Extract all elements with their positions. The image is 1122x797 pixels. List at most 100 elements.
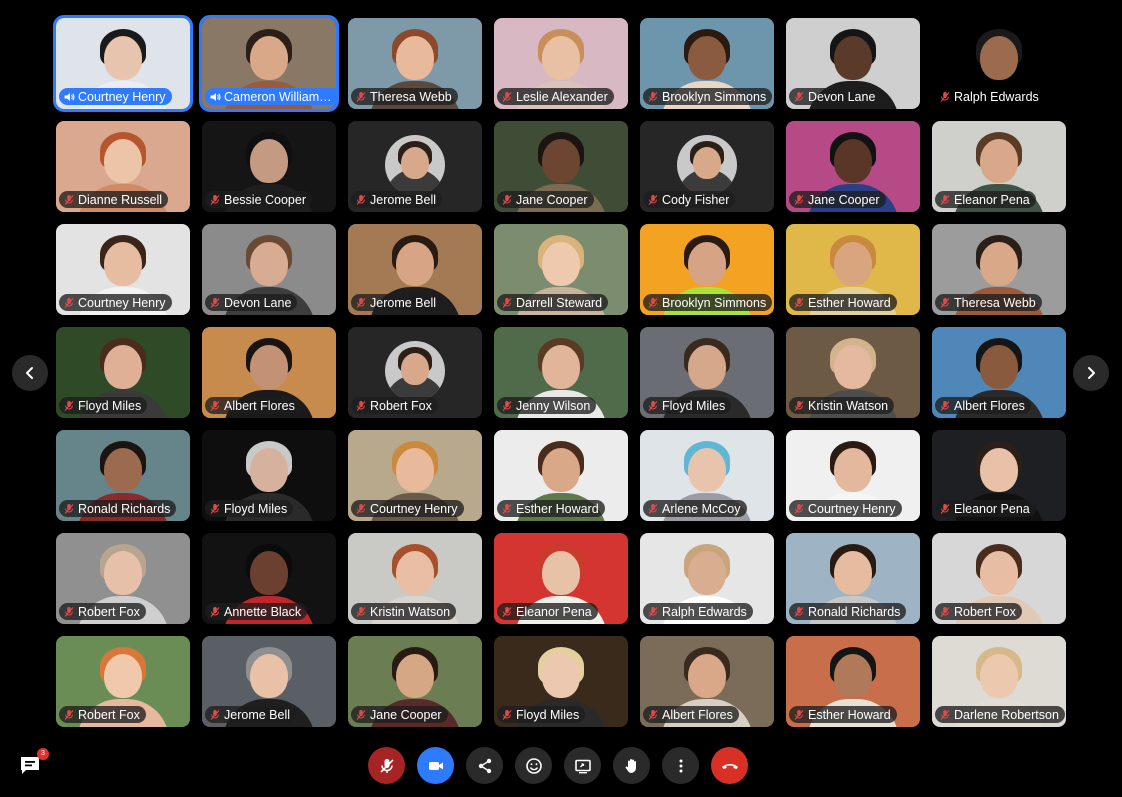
participant-image bbox=[677, 135, 737, 195]
participant-name: Robert Fox bbox=[370, 398, 432, 413]
participant-tile[interactable]: Brooklyn Simmons bbox=[640, 18, 774, 109]
participant-tile[interactable]: Kristin Watson bbox=[786, 327, 920, 418]
participant-tile[interactable]: Ronald Richards bbox=[56, 430, 190, 521]
participant-tile[interactable]: Courtney Henry bbox=[53, 15, 193, 112]
mic-off-icon bbox=[64, 709, 74, 720]
participant-tile[interactable]: Robert Fox bbox=[348, 327, 482, 418]
participant-tile[interactable]: Darlene Robertson bbox=[932, 636, 1066, 727]
mic-off-icon bbox=[210, 503, 220, 514]
previous-page-button[interactable] bbox=[12, 355, 48, 391]
participant-tile[interactable]: Esther Howard bbox=[786, 224, 920, 315]
participant-tile[interactable]: Bessie Cooper bbox=[202, 121, 336, 212]
participant-name-label: Jerome Bell bbox=[351, 191, 442, 208]
mic-off-icon bbox=[210, 297, 220, 308]
participant-tile[interactable]: Darrell Steward bbox=[494, 224, 628, 315]
participant-name: Devon Lane bbox=[808, 89, 876, 104]
mic-off-icon bbox=[648, 297, 658, 308]
mic-off-icon bbox=[64, 297, 74, 308]
participant-tile[interactable]: Robert Fox bbox=[56, 636, 190, 727]
participant-tile[interactable]: Cameron Williamson bbox=[199, 15, 339, 112]
participant-tile[interactable]: Floyd Miles bbox=[640, 327, 774, 418]
participant-tile[interactable]: Jane Cooper bbox=[348, 636, 482, 727]
participant-tile[interactable]: Ralph Edwards bbox=[932, 18, 1066, 109]
participant-tile[interactable]: Esther Howard bbox=[494, 430, 628, 521]
participant-name-label: Esther Howard bbox=[789, 706, 897, 723]
participant-name: Eleanor Pena bbox=[954, 192, 1030, 207]
participant-tile[interactable]: Jane Cooper bbox=[494, 121, 628, 212]
mic-off-icon bbox=[794, 606, 804, 617]
share-link-button[interactable] bbox=[466, 747, 503, 784]
participant-tile[interactable]: Floyd Miles bbox=[494, 636, 628, 727]
participant-tile[interactable]: Kristin Watson bbox=[348, 533, 482, 624]
microphone-toggle-button[interactable] bbox=[368, 747, 405, 784]
participant-tile[interactable]: Jenny Wilson bbox=[494, 327, 628, 418]
mic-off-icon bbox=[940, 297, 950, 308]
participant-tile[interactable]: Dianne Russell bbox=[56, 121, 190, 212]
participant-tile[interactable]: Brooklyn Simmons bbox=[640, 224, 774, 315]
participant-tile[interactable]: Courtney Henry bbox=[56, 224, 190, 315]
participant-tile[interactable]: Courtney Henry bbox=[786, 430, 920, 521]
participant-tile[interactable]: Annette Black bbox=[202, 533, 336, 624]
next-page-button[interactable] bbox=[1073, 355, 1109, 391]
participant-name-label: Annette Black bbox=[205, 603, 308, 620]
avatar bbox=[677, 135, 737, 195]
participant-name-label: Ronald Richards bbox=[789, 603, 907, 620]
mic-off-icon bbox=[502, 709, 512, 720]
participant-tile[interactable]: Courtney Henry bbox=[348, 430, 482, 521]
participant-tile[interactable]: Theresa Webb bbox=[932, 224, 1066, 315]
participant-name: Jerome Bell bbox=[370, 295, 436, 310]
participant-tile[interactable]: Esther Howard bbox=[786, 636, 920, 727]
participant-tile[interactable]: Cody Fisher bbox=[640, 121, 774, 212]
participant-name-label: Esther Howard bbox=[497, 500, 605, 517]
participant-tile[interactable]: Devon Lane bbox=[786, 18, 920, 109]
participant-tile[interactable]: Eleanor Pena bbox=[932, 121, 1066, 212]
participant-tile[interactable]: Robert Fox bbox=[56, 533, 190, 624]
mic-off-icon bbox=[794, 194, 804, 205]
participant-name: Robert Fox bbox=[78, 707, 140, 722]
participant-tile[interactable]: Ronald Richards bbox=[786, 533, 920, 624]
participant-name: Eleanor Pena bbox=[954, 501, 1030, 516]
present-screen-button[interactable] bbox=[564, 747, 601, 784]
participant-name-label: Brooklyn Simmons bbox=[643, 294, 773, 311]
participant-tile[interactable]: Albert Flores bbox=[932, 327, 1066, 418]
participant-name: Esther Howard bbox=[808, 295, 891, 310]
end-call-icon bbox=[721, 763, 738, 769]
participant-tile[interactable]: Devon Lane bbox=[202, 224, 336, 315]
participant-tile[interactable]: Jerome Bell bbox=[348, 224, 482, 315]
participant-name: Floyd Miles bbox=[224, 501, 288, 516]
participant-tile[interactable]: Leslie Alexander bbox=[494, 18, 628, 109]
participant-name: Robert Fox bbox=[954, 604, 1016, 619]
participant-name: Albert Flores bbox=[662, 707, 733, 722]
participant-tile[interactable]: Arlene McCoy bbox=[640, 430, 774, 521]
participant-tile[interactable]: Albert Flores bbox=[640, 636, 774, 727]
participant-name: Kristin Watson bbox=[808, 398, 889, 413]
speaker-icon bbox=[64, 92, 75, 101]
participant-tile[interactable]: Eleanor Pena bbox=[494, 533, 628, 624]
participant-tile[interactable]: Theresa Webb bbox=[348, 18, 482, 109]
participant-tile[interactable]: Jerome Bell bbox=[348, 121, 482, 212]
participant-name-label: Floyd Miles bbox=[205, 500, 294, 517]
more-icon bbox=[679, 759, 682, 772]
participant-tile[interactable]: Jerome Bell bbox=[202, 636, 336, 727]
more-options-button[interactable] bbox=[662, 747, 699, 784]
participant-tile[interactable]: Albert Flores bbox=[202, 327, 336, 418]
participant-name-label: Albert Flores bbox=[643, 706, 739, 723]
participant-name: Eleanor Pena bbox=[516, 604, 592, 619]
participant-tile[interactable]: Jane Cooper bbox=[786, 121, 920, 212]
raise-hand-button[interactable] bbox=[613, 747, 650, 784]
participant-name: Darlene Robertson bbox=[954, 707, 1059, 722]
participant-tile[interactable]: Floyd Miles bbox=[202, 430, 336, 521]
raise-hand-icon bbox=[625, 758, 636, 773]
reactions-button[interactable] bbox=[515, 747, 552, 784]
participant-tile[interactable]: Floyd Miles bbox=[56, 327, 190, 418]
end-call-button[interactable] bbox=[711, 747, 748, 784]
participant-tile[interactable]: Ralph Edwards bbox=[640, 533, 774, 624]
camera-toggle-button[interactable] bbox=[417, 747, 454, 784]
participant-tile[interactable]: Robert Fox bbox=[932, 533, 1066, 624]
participant-name-label: Devon Lane bbox=[205, 294, 298, 311]
participant-tile[interactable]: Eleanor Pena bbox=[932, 430, 1066, 521]
mic-off-icon bbox=[356, 297, 366, 308]
participant-name: Bessie Cooper bbox=[224, 192, 306, 207]
participant-name-label: Darrell Steward bbox=[497, 294, 609, 311]
chevron-right-icon bbox=[1088, 367, 1095, 379]
